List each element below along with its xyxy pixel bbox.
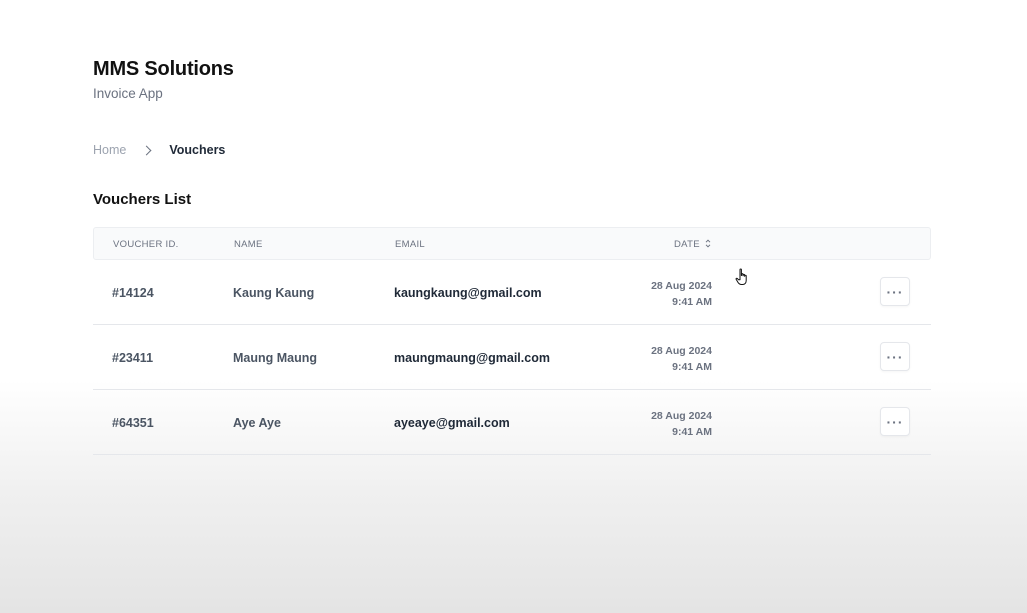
table-row: #23411 Maung Maung maungmaung@gmail.com …	[93, 325, 931, 390]
more-horizontal-icon: ···	[886, 413, 904, 430]
table-row: #14124 Kaung Kaung kaungkaung@gmail.com …	[93, 260, 931, 325]
voucher-email: ayeaye@gmail.com	[394, 416, 510, 430]
column-header-date-label: DATE	[674, 239, 700, 250]
more-horizontal-icon: ···	[886, 348, 904, 365]
app-subtitle: Invoice App	[93, 86, 163, 101]
page-title: Vouchers List	[93, 191, 192, 208]
voucher-id: #23411	[112, 351, 154, 365]
voucher-id: #64351	[112, 416, 154, 430]
column-header-name: NAME	[234, 239, 263, 250]
breadcrumb: Home Vouchers	[93, 143, 225, 157]
voucher-date-day: 28 Aug 2024	[651, 280, 712, 292]
column-header-voucher-id: VOUCHER ID.	[113, 239, 179, 250]
more-horizontal-icon: ···	[886, 283, 904, 300]
column-header-date[interactable]: DATE	[674, 239, 711, 250]
breadcrumb-current: Vouchers	[169, 143, 226, 157]
table-header: VOUCHER ID. NAME EMAIL DATE	[93, 227, 931, 260]
voucher-name: Aye Aye	[233, 416, 281, 430]
voucher-date: 28 Aug 2024 9:41 AM	[651, 278, 712, 310]
hand-pointer-cursor-icon	[735, 268, 747, 285]
vouchers-table: VOUCHER ID. NAME EMAIL DATE #14124 Kaung…	[93, 227, 931, 455]
sort-icon[interactable]	[705, 239, 711, 250]
voucher-date: 28 Aug 2024 9:41 AM	[651, 343, 712, 375]
voucher-name: Kaung Kaung	[233, 286, 315, 300]
voucher-date: 28 Aug 2024 9:41 AM	[651, 408, 712, 440]
voucher-date-time: 9:41 AM	[672, 361, 712, 373]
more-actions-button[interactable]: ···	[880, 407, 910, 436]
voucher-date-day: 28 Aug 2024	[651, 345, 712, 357]
voucher-name: Maung Maung	[233, 351, 318, 365]
voucher-id: #14124	[112, 286, 154, 300]
voucher-date-time: 9:41 AM	[672, 426, 712, 438]
breadcrumb-home-link[interactable]: Home	[93, 143, 126, 157]
voucher-date-day: 28 Aug 2024	[651, 410, 712, 422]
app-title: MMS Solutions	[93, 58, 234, 80]
more-actions-button[interactable]: ···	[880, 277, 910, 306]
voucher-email: kaungkaung@gmail.com	[394, 286, 542, 300]
chevron-right-icon	[141, 145, 152, 155]
voucher-date-time: 9:41 AM	[672, 296, 712, 308]
table-row: #64351 Aye Aye ayeaye@gmail.com 28 Aug 2…	[93, 390, 931, 455]
column-header-email: EMAIL	[395, 239, 426, 250]
more-actions-button[interactable]: ···	[880, 342, 910, 371]
voucher-email: maungmaung@gmail.com	[394, 351, 550, 365]
